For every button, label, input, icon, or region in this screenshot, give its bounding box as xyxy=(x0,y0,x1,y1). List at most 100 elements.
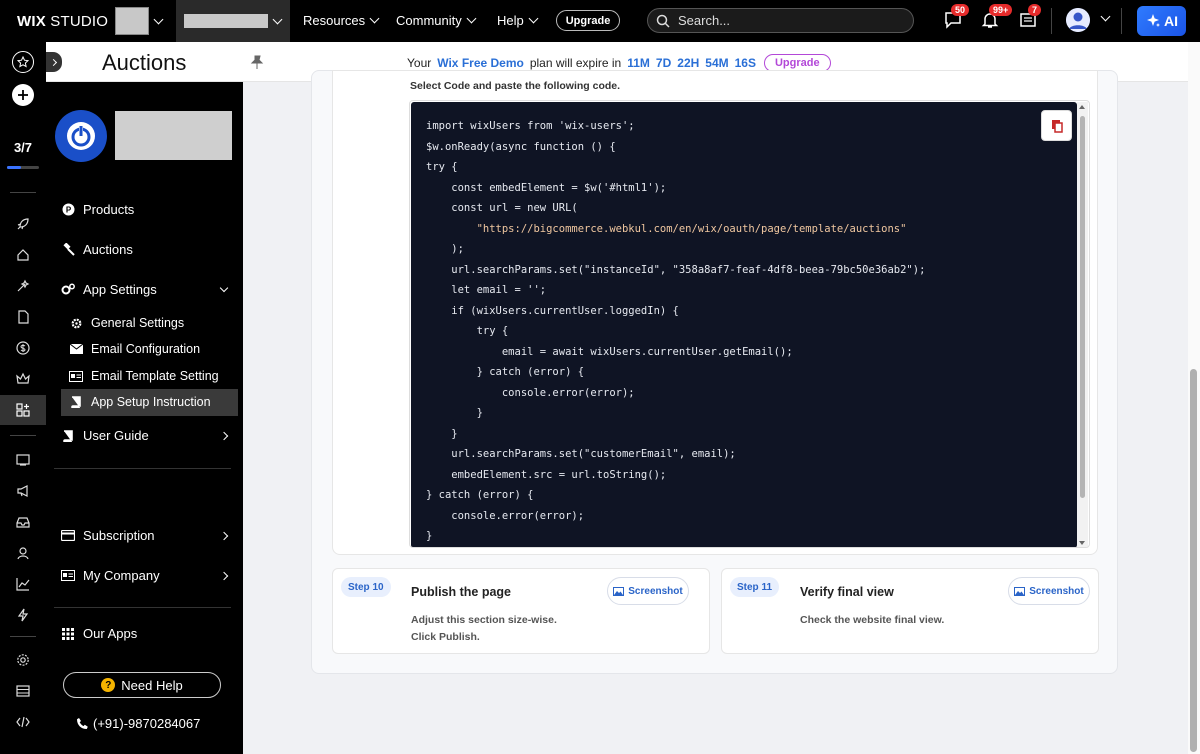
page-scrollbar[interactable] xyxy=(1188,42,1200,754)
avatar[interactable] xyxy=(1066,8,1090,32)
sidebar-item-email-template-setting[interactable]: Email Template Setting xyxy=(69,369,237,383)
megaphone-icon[interactable] xyxy=(16,484,30,498)
gavel-icon xyxy=(61,243,75,257)
setup-progress-text[interactable]: 3/7 xyxy=(0,140,46,155)
favorites-button[interactable] xyxy=(12,51,34,73)
step-card-verify: Step 11 Verify final view Check the webs… xyxy=(721,568,1099,654)
company-name-placeholder xyxy=(115,111,232,160)
book-icon xyxy=(61,429,75,443)
setup-progress-bar xyxy=(7,166,39,169)
sidebar-item-label: My Company xyxy=(83,568,160,583)
need-help-button[interactable]: ? Need Help xyxy=(63,672,221,698)
scroll-down-arrow-icon[interactable] xyxy=(1079,541,1085,545)
sidebar-item-our-apps[interactable]: Our Apps xyxy=(61,626,233,641)
image-icon xyxy=(613,586,625,596)
add-button[interactable] xyxy=(12,84,34,106)
code-line: url.searchParams.set("customerEmail", em… xyxy=(426,448,736,460)
sidebar-item-label: Auctions xyxy=(83,242,133,257)
magic-icon[interactable] xyxy=(16,279,30,293)
svg-text:P: P xyxy=(65,206,71,215)
code-line: } catch (error) { xyxy=(426,366,585,378)
step-card-publish: Step 10 Publish the page Adjust this sec… xyxy=(332,568,710,654)
messages-button[interactable]: 50 xyxy=(944,4,970,34)
nav-help[interactable]: Help xyxy=(497,13,539,28)
copy-code-button[interactable] xyxy=(1041,110,1072,141)
site-name-selector[interactable] xyxy=(176,0,290,42)
table-icon[interactable] xyxy=(16,684,30,698)
updates-button[interactable]: 7 xyxy=(1019,4,1042,34)
chevron-down-icon xyxy=(369,13,380,24)
countdown-months: 11M xyxy=(627,56,650,70)
step-description: Check the website final view. xyxy=(800,614,945,626)
code-container: import wixUsers from 'wix-users'; $w.onR… xyxy=(409,100,1090,548)
star-icon xyxy=(17,56,29,68)
nav-resources[interactable]: Resources xyxy=(303,13,380,28)
apps-icon[interactable] xyxy=(16,403,30,417)
sparkle-icon xyxy=(1147,14,1160,27)
code-line: } xyxy=(426,428,458,440)
sidebar-item-app-setup-instruction[interactable]: App Setup Instruction xyxy=(69,395,237,409)
sidebar-item-app-settings[interactable]: App Settings xyxy=(61,282,233,297)
sidebar-item-general-settings[interactable]: General Settings xyxy=(69,316,237,330)
code-icon[interactable] xyxy=(16,715,30,729)
inbox-icon[interactable] xyxy=(16,453,30,467)
chevron-down-icon xyxy=(153,14,164,24)
settings-icon[interactable] xyxy=(16,653,30,667)
step-title: Verify final view xyxy=(800,585,894,599)
expand-rail-button[interactable] xyxy=(46,52,62,72)
code-line: embedElement.src = url.toString(); xyxy=(426,469,667,481)
chevron-down-icon xyxy=(219,283,229,292)
automation-icon[interactable] xyxy=(16,608,30,622)
code-scrollbar[interactable] xyxy=(1077,102,1088,547)
chevron-down-icon xyxy=(272,14,283,24)
document-icon[interactable] xyxy=(16,310,30,324)
chevron-down-icon[interactable] xyxy=(1100,11,1111,22)
screenshot-button[interactable]: Screenshot xyxy=(1008,577,1090,605)
sidebar-item-my-company[interactable]: My Company xyxy=(61,568,233,583)
nav-community[interactable]: Community xyxy=(396,13,477,28)
home-icon[interactable] xyxy=(16,248,30,262)
code-line: import wixUsers from 'wix-users'; xyxy=(426,120,635,132)
sidebar-item-label: General Settings xyxy=(91,316,185,330)
sidebar-item-auctions[interactable]: Auctions xyxy=(61,242,233,257)
code-line: url.searchParams.set("instanceId", "358a… xyxy=(426,264,926,276)
code-line: try { xyxy=(426,161,458,173)
products-icon: P xyxy=(61,203,75,217)
id-card-icon xyxy=(69,369,83,383)
crown-icon[interactable] xyxy=(16,372,30,386)
notifications-button[interactable]: 99+ xyxy=(981,4,1013,34)
contacts-icon[interactable] xyxy=(16,546,30,560)
rocket-icon[interactable] xyxy=(16,217,30,231)
copy-icon xyxy=(1051,119,1063,133)
sidebar-item-user-guide[interactable]: User Guide xyxy=(61,428,233,443)
analytics-icon[interactable] xyxy=(16,577,30,591)
updates-badge: 7 xyxy=(1028,4,1042,16)
ai-button[interactable]: AI xyxy=(1137,6,1186,36)
tray-icon[interactable] xyxy=(16,515,30,529)
step-title: Publish the page xyxy=(411,585,512,599)
id-card-icon xyxy=(61,569,75,583)
search-input[interactable]: Search... xyxy=(647,8,914,33)
sidebar-item-products[interactable]: P Products xyxy=(61,202,233,217)
code-block[interactable]: import wixUsers from 'wix-users'; $w.onR… xyxy=(411,102,1077,547)
sidebar-item-email-configuration[interactable]: Email Configuration xyxy=(69,342,237,356)
scroll-up-arrow-icon[interactable] xyxy=(1079,105,1085,109)
dollar-icon[interactable] xyxy=(16,341,30,355)
code-line: } xyxy=(426,530,433,542)
chevron-right-icon xyxy=(219,431,229,440)
support-phone[interactable]: (+91)-9870284067 xyxy=(76,716,200,731)
credit-card-icon xyxy=(61,529,75,543)
book-icon xyxy=(69,395,83,409)
wix-studio-logo[interactable]: WIX STUDIO xyxy=(0,13,108,30)
sidebar-item-label: User Guide xyxy=(83,428,149,443)
setup-progress-fill xyxy=(7,166,21,169)
code-scrollbar-thumb[interactable] xyxy=(1080,116,1085,498)
page-scrollbar-thumb[interactable] xyxy=(1190,369,1197,752)
screenshot-button[interactable]: Screenshot xyxy=(607,577,689,605)
image-icon xyxy=(1014,586,1026,596)
site-selector[interactable] xyxy=(115,6,164,36)
pin-icon[interactable] xyxy=(250,55,264,69)
chevron-down-icon xyxy=(466,13,477,24)
upgrade-button[interactable]: Upgrade xyxy=(556,10,620,31)
sidebar-item-subscription[interactable]: Subscription xyxy=(61,528,233,543)
